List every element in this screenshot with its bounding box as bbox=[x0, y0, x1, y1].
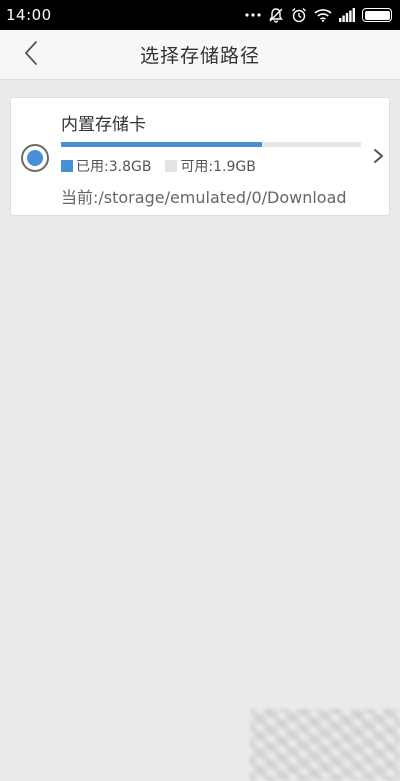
storage-usage-bar bbox=[61, 142, 361, 147]
title-bar: 选择存储路径 bbox=[0, 30, 400, 80]
status-bar: 14:00 bbox=[0, 0, 400, 30]
storage-name: 内置存储卡 bbox=[61, 115, 146, 135]
status-icons bbox=[245, 7, 392, 23]
wifi-icon bbox=[314, 8, 332, 22]
storage-legend: 已用:3.8GB 可用:1.9GB bbox=[61, 156, 270, 176]
used-swatch bbox=[61, 160, 73, 172]
storage-item-internal[interactable]: 内置存储卡 已用:3.8GB 可用:1.9GB 当前:/storage/emul… bbox=[10, 97, 390, 216]
signal-icon bbox=[339, 8, 355, 22]
more-dots-icon bbox=[245, 12, 261, 18]
mute-icon bbox=[268, 7, 284, 23]
current-path: 当前:/storage/emulated/0/Download bbox=[61, 188, 347, 207]
content-area: 内置存储卡 已用:3.8GB 可用:1.9GB 当前:/storage/emul… bbox=[0, 81, 400, 781]
free-swatch bbox=[165, 160, 178, 172]
legend-used: 已用:3.8GB bbox=[61, 156, 151, 176]
back-button[interactable] bbox=[14, 30, 48, 80]
chevron-left-icon bbox=[24, 40, 38, 70]
blurred-watermark bbox=[250, 709, 400, 781]
radio-selected-dot bbox=[27, 150, 43, 166]
page-title: 选择存储路径 bbox=[139, 45, 260, 67]
battery-icon bbox=[362, 8, 392, 22]
storage-radio-button[interactable] bbox=[21, 144, 49, 172]
storage-usage-fill bbox=[61, 142, 262, 147]
legend-free: 可用:1.9GB bbox=[165, 156, 256, 176]
used-label: 已用:3.8GB bbox=[76, 159, 152, 175]
alarm-icon bbox=[291, 7, 307, 23]
free-label: 可用:1.9GB bbox=[180, 159, 256, 175]
chevron-right-icon[interactable] bbox=[371, 146, 387, 166]
status-time: 14:00 bbox=[6, 6, 52, 24]
